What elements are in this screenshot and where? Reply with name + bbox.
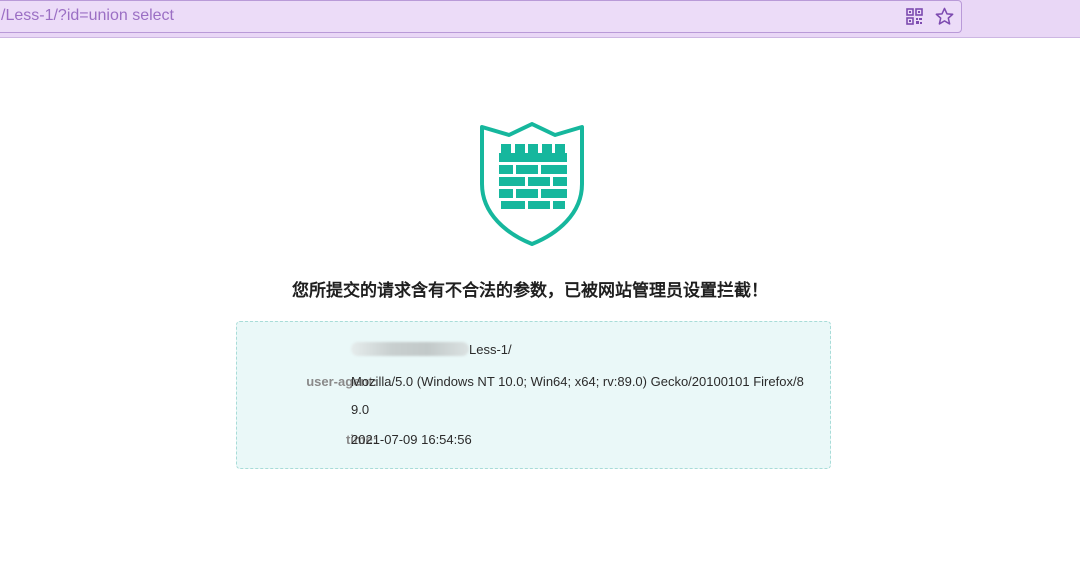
url-value: Less-1/ bbox=[469, 342, 512, 357]
address-bar[interactable]: /Less-1/?id=union select bbox=[0, 0, 962, 33]
address-text[interactable]: /Less-1/?id=union select bbox=[1, 7, 174, 25]
bookmark-star-icon[interactable] bbox=[935, 7, 954, 26]
browser-toolbar: /Less-1/?id=union select bbox=[0, 0, 1080, 38]
url-value-wrap: Less-1/ bbox=[351, 336, 811, 364]
user-agent-value: Mozilla/5.0 (Windows NT 10.0; Win64; x64… bbox=[351, 374, 804, 417]
time-value: 2021-07-09 16:54:56 bbox=[351, 432, 472, 447]
shield-castle-icon bbox=[480, 122, 584, 246]
redacted-host-mask bbox=[351, 342, 469, 356]
request-details-panel: url: Less-1/ user-agent: Mozilla/5.0 (Wi… bbox=[236, 321, 831, 469]
block-message: 您所提交的请求含有不合法的参数，已被网站管理员设置拦截！ bbox=[292, 281, 768, 301]
qr-code-icon[interactable] bbox=[906, 8, 923, 25]
